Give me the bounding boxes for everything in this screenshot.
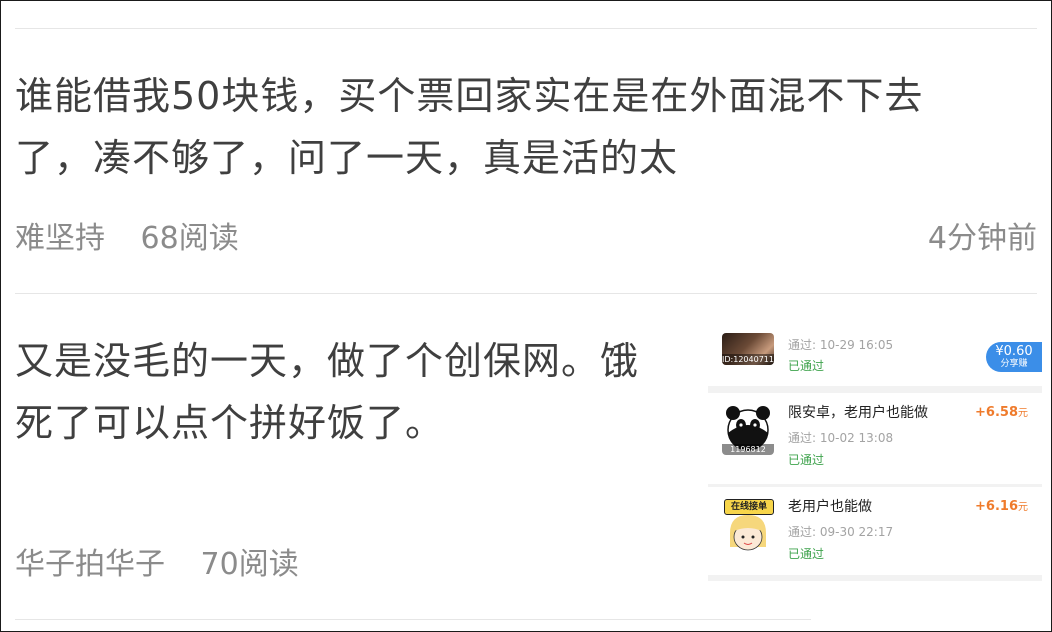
reward-unit: 元: [1018, 408, 1028, 419]
share-amount: ¥0.60: [995, 344, 1033, 359]
task-time: 通过: 09-30 22:17: [788, 525, 894, 539]
panda-avatar: 1196812: [722, 403, 774, 455]
task-row: 在线接单 老用户也能做 通过: 09-30 22:17 已通过 +6.16元: [708, 487, 1042, 575]
post-read-count: 68阅读: [140, 221, 239, 256]
feed-frame: 谁能借我50块钱，买个票回家实在是在外面混不下去 了，凑不够了，问了一天，真是活…: [0, 0, 1052, 632]
post-author[interactable]: 难坚持: [15, 221, 105, 256]
share-label: 分享赚: [1000, 359, 1028, 369]
reward-amount: +6.16: [975, 499, 1018, 514]
task-reward: +6.16元: [975, 498, 1028, 514]
bottom-divider: [15, 619, 811, 620]
post-divider: [15, 293, 1037, 294]
task-title: 老用户也能做: [788, 499, 872, 515]
task-time: 通过: 10-29 16:05: [788, 338, 894, 352]
avatar: ID:12040711: [722, 333, 774, 365]
cartoon-avatar: 在线接单: [722, 497, 774, 553]
post-title-line: 了，凑不够了，问了一天，真是活的太: [15, 136, 679, 180]
avatar-id-tag: 1196812: [722, 444, 774, 455]
post-time: 4分钟前: [927, 221, 1037, 256]
reward-unit: 元: [1018, 502, 1028, 513]
avatar-id-tag: ID:12040711: [722, 354, 774, 365]
girl-face-icon: [730, 515, 766, 551]
top-divider: [15, 28, 1037, 29]
post-title-line: 死了可以点个拼好饭了。: [15, 401, 445, 445]
post-thumbnail[interactable]: ID:12040711 通过: 10-29 16:05 已通过 ¥0.60 分享…: [708, 323, 1042, 581]
post-title-line: 又是没毛的一天，做了个创保网。饿: [15, 339, 640, 383]
post-title[interactable]: 谁能借我50块钱，买个票回家实在是在外面混不下去 了，凑不够了，问了一天，真是活…: [15, 65, 923, 189]
reward-amount: +6.58: [975, 405, 1018, 420]
post-title-line: 谁能借我50块钱，买个票回家实在是在外面混不下去: [15, 74, 924, 118]
task-status: 已通过: [788, 547, 825, 561]
post-meta: 难坚持 68阅读: [15, 213, 265, 257]
post-meta: 华子拍华子 70阅读: [15, 539, 325, 583]
task-status: 已通过: [788, 453, 825, 467]
task-row: 1196812 限安卓，老用户也能做 通过: 10-02 13:08 已通过 +…: [708, 393, 1042, 484]
post-author[interactable]: 华子拍华子: [15, 547, 165, 582]
task-status: 已通过: [788, 359, 825, 373]
share-earn-badge[interactable]: ¥0.60 分享赚: [986, 342, 1042, 372]
post-title[interactable]: 又是没毛的一天，做了个创保网。饿 死了可以点个拼好饭了。: [15, 330, 695, 454]
task-title: 限安卓，老用户也能做: [788, 405, 928, 421]
task-time: 通过: 10-02 13:08: [788, 431, 894, 445]
task-row: ID:12040711 通过: 10-29 16:05 已通过 ¥0.60 分享…: [708, 323, 1042, 386]
task-reward: +6.58元: [975, 404, 1028, 420]
post-read-count: 70阅读: [200, 547, 299, 582]
